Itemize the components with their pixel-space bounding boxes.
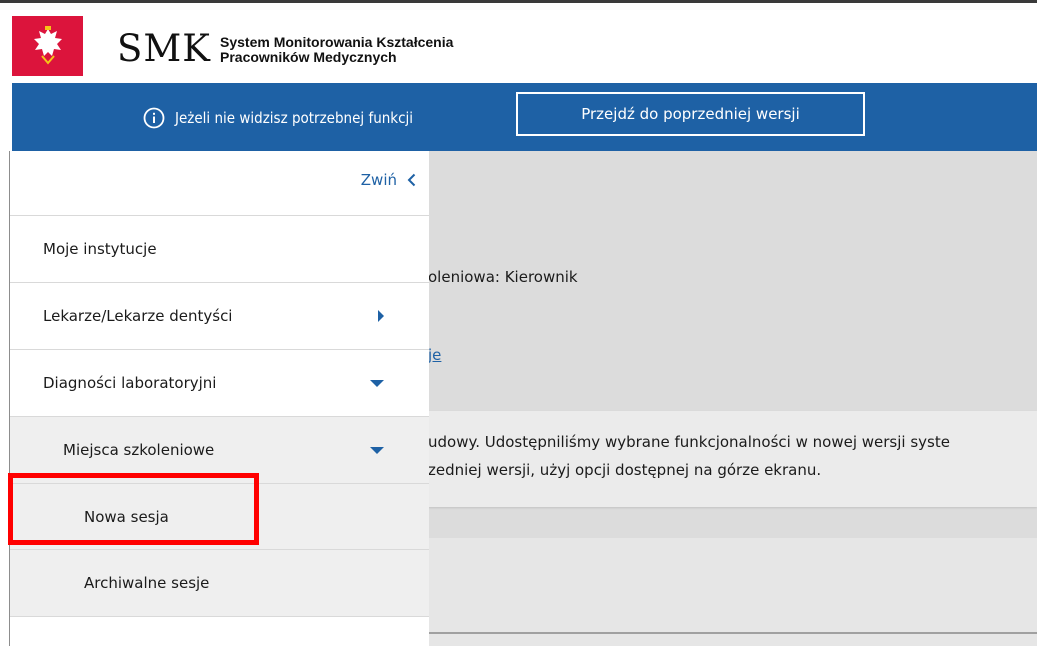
content-link[interactable]: je [428,344,441,366]
banner-message: Jeżeli nie widzisz potrzebnej funkcji [175,109,414,127]
collapse-label: Zwiń [360,171,397,189]
notice-line-1: udowy. Udostępniliśmy wybrane funkcjonal… [428,433,950,451]
top-strip [0,0,1037,12]
notice-panel: udowy. Udostępniliśmy wybrane funkcjonal… [428,411,1037,507]
sidebar-item-label: Nowa sesja [84,507,169,526]
sidebar-item-lekarze[interactable]: Lekarze/Lekarze dentyści [10,282,429,349]
sidebar-menu: Zwiń Moje instytucje Lekarze/Lekarze den… [9,151,429,646]
sidebar-item-label: Lekarze/Lekarze dentyści [43,307,233,325]
sidebar-item-archiwalne-sesje[interactable]: Archiwalne sesje [10,549,429,617]
app-subtitle-line2: Pracowników Medycznych [220,49,397,65]
poland-emblem-icon [12,16,83,76]
app-logo[interactable]: SMK [117,29,211,69]
app-header: SMK System Monitorowania Kształcenia Pra… [0,12,1037,83]
sidebar-item-label: Moje instytucje [43,240,157,258]
app-subtitle: System Monitorowania Kształcenia Pracown… [220,35,453,65]
sidebar-item-moje-instytucje[interactable]: Moje instytucje [10,215,429,282]
sidebar-item-label: Archiwalne sesje [84,574,210,592]
app-subtitle-line1: System Monitorowania Kształcenia [220,34,454,50]
sidebar-item-nowa-sesja[interactable]: Nowa sesja [10,483,429,549]
caret-down-icon [370,447,384,454]
collapse-button[interactable]: Zwiń [361,171,416,189]
previous-version-button[interactable]: Przejdź do poprzedniej wersji [516,92,865,136]
role-text: oleniowa: Kierownik [428,268,578,286]
sidebar-item-miejsca-szkoleniowe[interactable]: Miejsca szkoleniowe [10,416,429,483]
chevron-left-icon [407,173,416,187]
sidebar-item-label: Miejsca szkoleniowe [63,441,215,459]
top-dark-line [0,0,1037,3]
content-divider [428,632,1037,634]
content-panel [428,538,1037,646]
sidebar-item-label: Diagności laboratoryjni [43,374,217,392]
info-icon [143,107,165,129]
notice-line-2: zedniej wersji, użyj opcji dostępnej na … [428,461,822,479]
caret-down-icon [370,380,384,387]
version-banner: Jeżeli nie widzisz potrzebnej funkcji Pr… [12,83,1037,151]
sidebar-item-diagnosci[interactable]: Diagności laboratoryjni [10,349,429,416]
caret-right-icon [378,310,384,322]
